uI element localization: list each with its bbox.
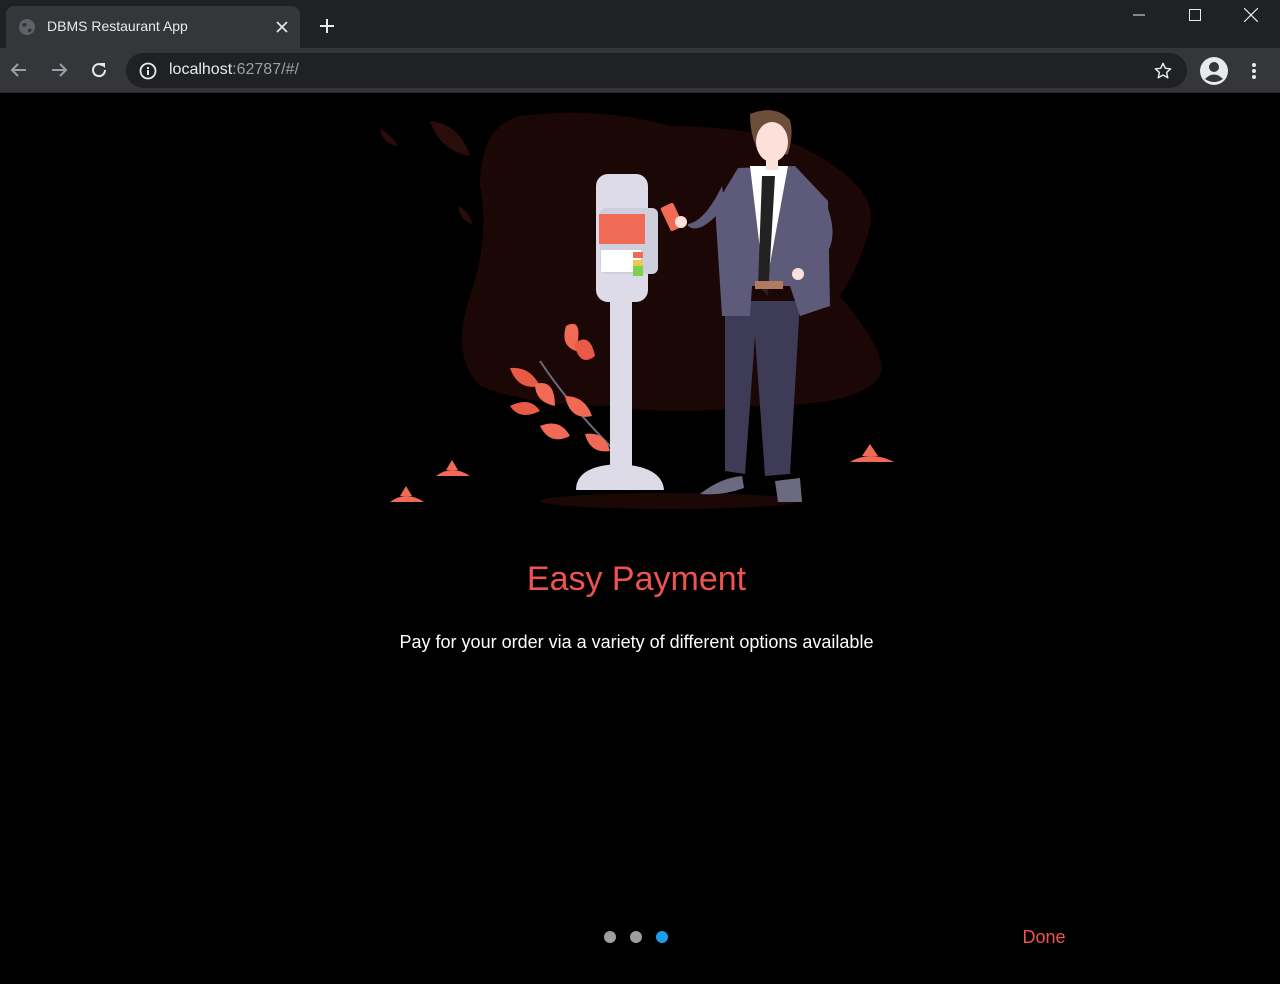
browser-tab[interactable]: DBMS Restaurant App xyxy=(6,6,300,48)
address-bar[interactable]: localhost:62787/#/ xyxy=(126,53,1187,88)
minimize-icon[interactable] xyxy=(1111,0,1167,30)
done-button[interactable]: Done xyxy=(1012,920,1076,954)
slide-title: Easy Payment xyxy=(526,560,747,598)
arrow-left-icon[interactable] xyxy=(5,56,33,84)
payment-illustration xyxy=(380,110,894,509)
slide-description: Pay for your order via a variety of diff… xyxy=(399,632,874,652)
url-text[interactable]: localhost:62787/#/ xyxy=(169,61,299,79)
close-icon[interactable] xyxy=(272,17,292,37)
url-path: :62787/#/ xyxy=(232,61,299,78)
plus-icon[interactable] xyxy=(315,14,339,38)
star-icon[interactable] xyxy=(1152,60,1174,82)
page-dot-active xyxy=(656,931,668,943)
kebab-menu-icon[interactable] xyxy=(1242,58,1266,84)
browser-titlebar: DBMS Restaurant App xyxy=(0,0,1280,48)
account-circle-icon[interactable] xyxy=(1199,56,1229,86)
browser-toolbar: localhost:62787/#/ xyxy=(0,48,1280,93)
url-host: localhost xyxy=(169,61,233,78)
page-indicator xyxy=(604,931,668,943)
page-dot xyxy=(630,931,642,943)
maximize-icon[interactable] xyxy=(1167,0,1223,30)
onboarding-page: Easy Payment Pay for your order via a va… xyxy=(0,94,1280,984)
arrow-right-icon[interactable] xyxy=(45,56,73,84)
window-close-icon[interactable] xyxy=(1223,0,1279,30)
page-dot xyxy=(604,931,616,943)
info-icon[interactable] xyxy=(139,62,157,80)
tab-title: DBMS Restaurant App xyxy=(47,18,188,34)
globe-icon xyxy=(19,19,35,35)
reload-icon[interactable] xyxy=(85,56,113,84)
